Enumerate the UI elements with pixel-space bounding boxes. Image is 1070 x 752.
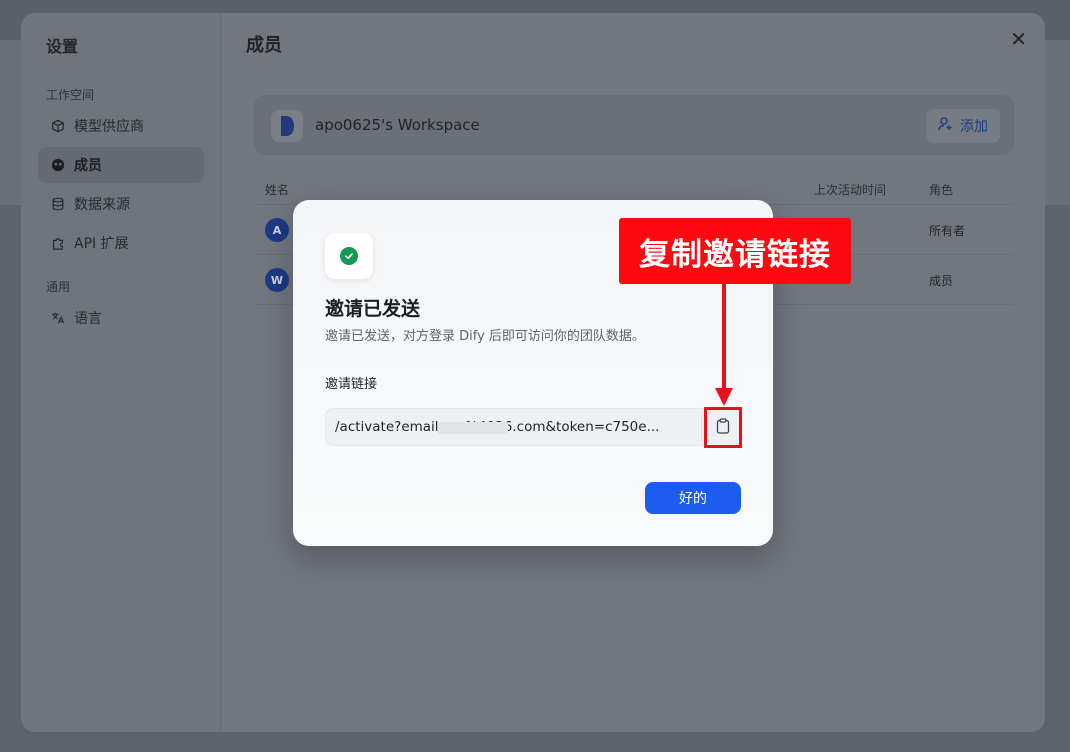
puzzle-icon bbox=[50, 235, 66, 251]
invite-link-field[interactable]: /activate?email=w %4026.com&token=c750e.… bbox=[325, 408, 741, 446]
sidebar-group-general: 通用 bbox=[46, 280, 71, 294]
sidebar-item-label: 语言 bbox=[74, 311, 102, 327]
member-role[interactable]: 所有者 bbox=[929, 222, 965, 239]
close-icon[interactable]: ✕ bbox=[1010, 29, 1027, 49]
workspace-name: apo0625's Workspace bbox=[315, 116, 480, 134]
annotation-arrow-line bbox=[722, 282, 726, 392]
settings-title: 设置 bbox=[46, 37, 79, 56]
sidebar-item-label: 数据来源 bbox=[74, 197, 130, 213]
column-last-active: 上次活动时间 bbox=[814, 183, 887, 197]
database-icon bbox=[50, 196, 66, 212]
modal-description: 邀请已发送，对方登录 Dify 后即可访问你的团队数据。 bbox=[325, 329, 645, 344]
sidebar-item-label: 模型供应商 bbox=[74, 119, 144, 135]
sidebar-item-language[interactable]: 语言 bbox=[38, 300, 204, 336]
workspace-logo bbox=[271, 110, 303, 142]
translate-icon bbox=[50, 310, 66, 326]
sidebar-item-label: 成员 bbox=[74, 158, 102, 174]
sidebar-item-model-provider[interactable]: 模型供应商 bbox=[38, 108, 204, 144]
settings-sidebar: 设置 工作空间 模型供应商 成员 数据来源 API 扩展 通用 语言 bbox=[21, 13, 221, 732]
avatar: W bbox=[265, 268, 289, 292]
member-role[interactable]: 成员 bbox=[929, 272, 953, 289]
annotation-label: 复制邀请链接 bbox=[619, 218, 851, 284]
divider bbox=[701, 415, 702, 441]
modal-title: 邀请已发送 bbox=[325, 298, 421, 320]
add-member-label: 添加 bbox=[960, 119, 988, 135]
column-role: 角色 bbox=[929, 183, 954, 197]
sidebar-item-label: API 扩展 bbox=[74, 236, 129, 252]
add-member-button[interactable]: 添加 bbox=[925, 108, 1001, 144]
avatar: A bbox=[265, 218, 289, 242]
sidebar-group-workspace: 工作空间 bbox=[46, 88, 95, 102]
check-circle-icon bbox=[340, 247, 358, 265]
annotation-highlight-box bbox=[704, 407, 742, 448]
sidebar-item-data-source[interactable]: 数据来源 bbox=[38, 186, 204, 222]
workspace-card: apo0625's Workspace 添加 bbox=[254, 95, 1014, 155]
cube-icon bbox=[50, 118, 66, 134]
success-badge bbox=[325, 233, 373, 279]
redaction-blur bbox=[438, 422, 508, 434]
annotation-arrow-head bbox=[715, 388, 733, 406]
invite-link-label: 邀请链接 bbox=[325, 377, 378, 392]
page-title: 成员 bbox=[246, 35, 282, 56]
add-user-icon bbox=[938, 116, 954, 136]
sidebar-item-members[interactable]: 成员 bbox=[38, 147, 204, 183]
sidebar-item-api-extension[interactable]: API 扩展 bbox=[38, 225, 204, 261]
column-name: 姓名 bbox=[265, 183, 290, 197]
ok-button[interactable]: 好的 bbox=[645, 482, 741, 514]
members-icon bbox=[50, 157, 66, 173]
invite-link-value: /activate?email=w %4026.com&token=c750e.… bbox=[335, 419, 660, 435]
